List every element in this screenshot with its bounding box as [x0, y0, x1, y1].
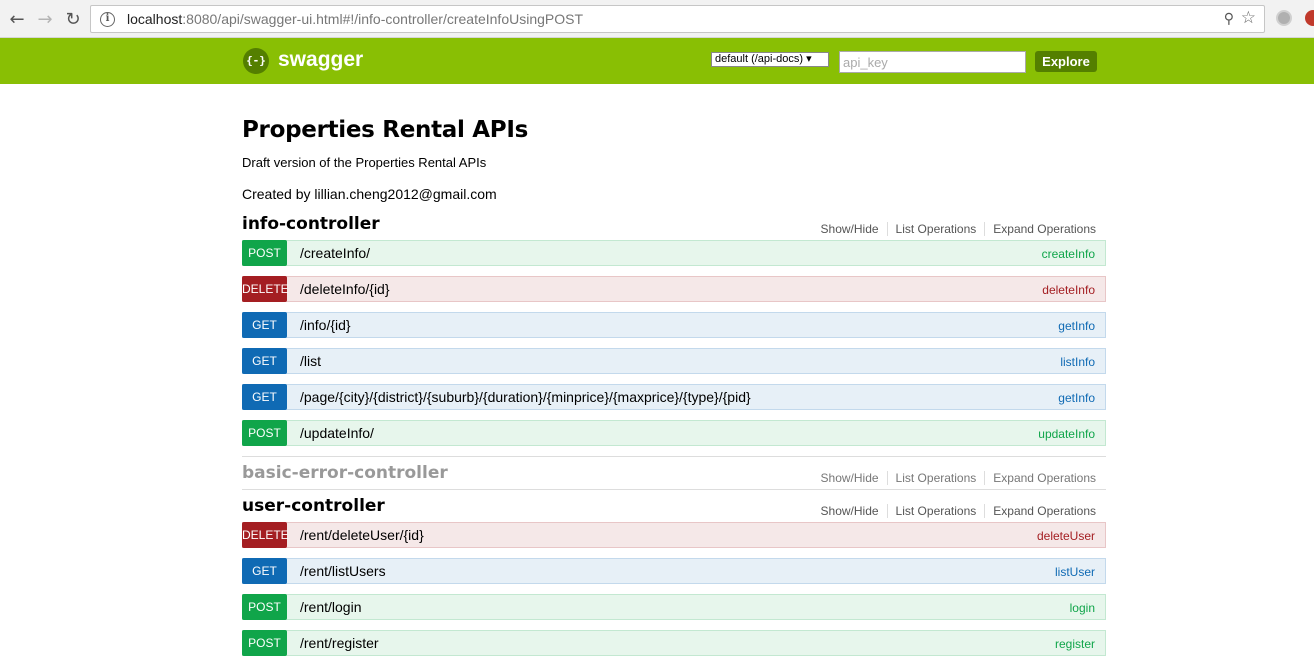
back-arrow-icon[interactable]: ←: [6, 8, 28, 30]
swagger-logo-text[interactable]: swagger: [278, 48, 363, 72]
operation-nickname[interactable]: register: [1055, 637, 1095, 651]
operation-row[interactable]: DELETE/deleteInfo/{id} deleteInfo: [242, 276, 1106, 302]
operation-nickname[interactable]: login: [1070, 601, 1095, 615]
show-hide-link[interactable]: Show/Hide: [813, 504, 888, 518]
list-operations-link[interactable]: List Operations: [888, 504, 986, 518]
operation-row[interactable]: POST/rent/register register: [242, 630, 1106, 656]
resource-header: info-controller Show/Hide List Operations E…: [242, 208, 1106, 240]
extension-icon[interactable]: [1276, 10, 1292, 26]
operation-nickname[interactable]: listInfo: [1060, 355, 1095, 369]
api-key-input[interactable]: [839, 51, 1026, 73]
list-operations-link[interactable]: List Operations: [888, 222, 986, 236]
resource-name[interactable]: basic-error-controller: [242, 463, 448, 483]
http-method-badge[interactable]: DELETE: [242, 522, 289, 548]
operation-path[interactable]: /rent/listUsers: [300, 563, 386, 579]
reload-icon[interactable]: ↻: [62, 8, 84, 30]
main-content: Properties Rental APIs Draft version of …: [242, 84, 1106, 666]
operation-path[interactable]: /createInfo/: [300, 245, 370, 261]
operation-path[interactable]: /deleteInfo/{id}: [300, 281, 390, 297]
operation-path[interactable]: /rent/deleteUser/{id}: [300, 527, 424, 543]
resource-header: user-controller Show/Hide List Operations E…: [242, 490, 1106, 522]
operation-nickname[interactable]: listUser: [1055, 565, 1095, 579]
operation-row[interactable]: POST/rent/login login: [242, 594, 1106, 620]
url-path: :8080/api/swagger-ui.html#!/info-control…: [182, 11, 584, 27]
expand-operations-link[interactable]: Expand Operations: [985, 222, 1096, 236]
operation-nickname[interactable]: createInfo: [1042, 247, 1095, 261]
operation-row[interactable]: GET/page/{city}/{district}/{suburb}/{dur…: [242, 384, 1106, 410]
operation-path[interactable]: /rent/login: [300, 599, 361, 615]
url-host: localhost: [127, 11, 183, 27]
show-hide-link[interactable]: Show/Hide: [813, 471, 888, 485]
operation-row[interactable]: GET/rent/listUsers listUser: [242, 558, 1106, 584]
resource-user-controller: user-controller Show/Hide List Operations E…: [242, 490, 1106, 656]
api-spec-select[interactable]: default (/api-docs) ▾: [711, 52, 829, 67]
contact-info: Created by lillian.cheng2012@gmail.com: [242, 186, 497, 202]
forward-arrow-icon[interactable]: →: [34, 8, 56, 30]
operation-path[interactable]: /list: [300, 353, 321, 369]
resource-info-controller: info-controller Show/Hide List Operations E…: [242, 208, 1106, 446]
site-info-icon[interactable]: i: [100, 11, 115, 27]
operation-path[interactable]: /page/{city}/{district}/{suburb}/{durati…: [300, 389, 751, 405]
zoom-icon[interactable]: ⚲: [1224, 11, 1234, 27]
resource-basic-error-controller: basic-error-controller Show/Hide List Oper…: [242, 457, 1106, 489]
http-method-badge[interactable]: POST: [242, 420, 287, 446]
operation-row[interactable]: DELETE/rent/deleteUser/{id} deleteUser: [242, 522, 1106, 548]
expand-operations-link[interactable]: Expand Operations: [985, 504, 1096, 518]
resource-header: basic-error-controller Show/Hide List Oper…: [242, 457, 1106, 489]
swagger-header: {-} swagger default (/api-docs) ▾ Explor…: [0, 38, 1314, 84]
operation-path[interactable]: /info/{id}: [300, 317, 351, 333]
bookmark-star-icon[interactable]: ☆: [1241, 8, 1256, 28]
http-method-badge[interactable]: POST: [242, 630, 287, 656]
list-operations-link[interactable]: List Operations: [888, 471, 986, 485]
resource-links: Show/Hide List Operations Expand Operation…: [813, 471, 1096, 485]
url-text: localhost:8080/api/swagger-ui.html#!/inf…: [127, 11, 583, 27]
http-method-badge[interactable]: POST: [242, 240, 287, 266]
http-method-badge[interactable]: GET: [242, 348, 287, 374]
address-bar[interactable]: i localhost:8080/api/swagger-ui.html#!/i…: [90, 5, 1265, 33]
browser-toolbar: ← → ↻ i localhost:8080/api/swagger-ui.ht…: [0, 0, 1314, 38]
operation-nickname[interactable]: getInfo: [1058, 319, 1095, 333]
operation-path[interactable]: /updateInfo/: [300, 425, 374, 441]
operation-path[interactable]: /rent/register: [300, 635, 379, 651]
operation-nickname[interactable]: updateInfo: [1038, 427, 1095, 441]
operation-row[interactable]: POST/updateInfo/updateInfo: [242, 420, 1106, 446]
resource-name[interactable]: info-controller: [242, 214, 380, 234]
api-description: Draft version of the Properties Rental A…: [242, 155, 487, 170]
show-hide-link[interactable]: Show/Hide: [813, 222, 888, 236]
expand-operations-link[interactable]: Expand Operations: [985, 471, 1096, 485]
operation-nickname[interactable]: getInfo: [1058, 391, 1095, 405]
operation-row[interactable]: POST/createInfo/createInfo: [242, 240, 1106, 266]
swagger-logo-icon[interactable]: {-}: [243, 48, 269, 74]
operation-nickname[interactable]: deleteUser: [1037, 529, 1095, 543]
resource-links: Show/Hide List Operations Expand Operation…: [813, 222, 1096, 236]
resource-list: info-controller Show/Hide List Operations E…: [242, 208, 1106, 656]
explore-button[interactable]: Explore: [1035, 51, 1097, 72]
http-method-badge[interactable]: GET: [242, 558, 287, 584]
resource-name[interactable]: user-controller: [242, 496, 385, 516]
operation-nickname[interactable]: deleteInfo: [1042, 283, 1095, 297]
resource-links: Show/Hide List Operations Expand Operation…: [813, 504, 1096, 518]
http-method-badge[interactable]: DELETE: [242, 276, 289, 302]
http-method-badge[interactable]: GET: [242, 384, 287, 410]
http-method-badge[interactable]: POST: [242, 594, 287, 620]
operation-row[interactable]: GET/list listInfo: [242, 348, 1106, 374]
profile-icon[interactable]: [1305, 10, 1314, 26]
page-title: Properties Rental APIs: [242, 117, 528, 143]
operation-row[interactable]: GET/info/{id} getInfo: [242, 312, 1106, 338]
http-method-badge[interactable]: GET: [242, 312, 287, 338]
